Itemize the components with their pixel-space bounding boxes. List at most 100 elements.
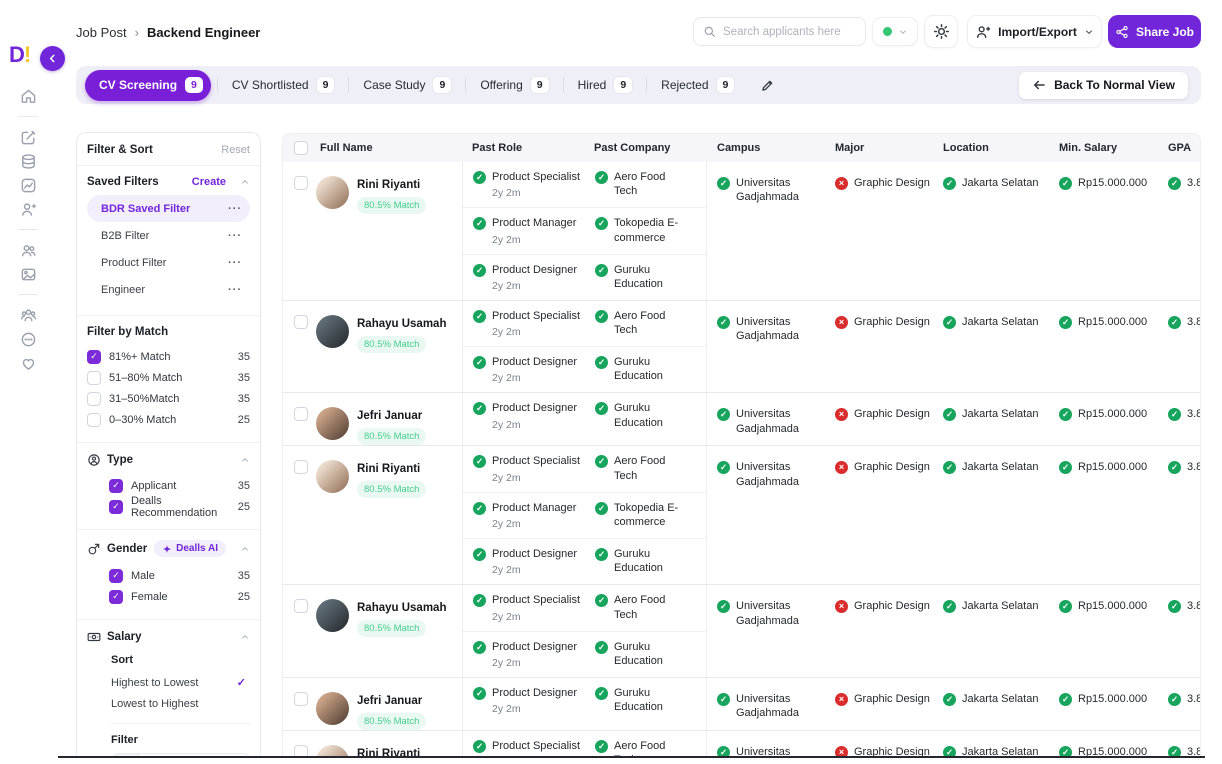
saved-filter-item[interactable]: BDR Saved Filter···: [87, 195, 250, 222]
gender-filter-label: Male: [131, 570, 155, 582]
check-circle-icon: ✓: [1168, 600, 1181, 613]
user-plus-icon[interactable]: [13, 197, 43, 221]
checkbox[interactable]: [294, 692, 308, 706]
check-circle-icon: ✓: [473, 687, 486, 700]
checkbox[interactable]: ✓: [109, 590, 123, 604]
sidebar-collapse-button[interactable]: [40, 46, 65, 71]
applicant-row[interactable]: Rahayu Usamah80.5% Match ✓ Product Special…: [283, 301, 1200, 394]
saved-filter-item[interactable]: Product Filter···: [87, 249, 250, 276]
chevron-up-icon[interactable]: [240, 177, 250, 187]
role-text: Product Designer: [492, 355, 577, 369]
match-score-badge: 80.5% Match: [357, 428, 426, 445]
gender-filter-count: 35: [238, 570, 250, 582]
tab-rejected[interactable]: Rejected9: [647, 66, 748, 104]
checkbox[interactable]: [294, 176, 308, 190]
tab-case-study[interactable]: Case Study9: [349, 66, 465, 104]
match-filter-option[interactable]: 51–80% Match35: [87, 367, 250, 388]
candidate-name: Rini Riyanti: [357, 179, 426, 191]
checkbox[interactable]: ✓: [109, 569, 123, 583]
more-options-icon[interactable]: ···: [228, 284, 242, 296]
check-circle-icon: ✓: [1059, 316, 1072, 329]
compose-icon[interactable]: [13, 125, 43, 149]
checkbox[interactable]: [87, 371, 101, 385]
major-cell: ×Graphic Design: [825, 393, 933, 445]
gender-filter-option[interactable]: ✓Female25: [109, 586, 250, 607]
chevron-up-icon[interactable]: [240, 544, 250, 554]
salary-sort-option[interactable]: Highest to Lowest✓: [111, 672, 250, 693]
circle-ellipsis-icon[interactable]: [13, 327, 43, 351]
tab-hired[interactable]: Hired9: [564, 66, 647, 104]
saved-filter-item[interactable]: Engineer···: [87, 276, 250, 303]
checkbox[interactable]: [294, 315, 308, 329]
checkbox[interactable]: [87, 413, 101, 427]
checkbox[interactable]: ✓: [87, 350, 101, 364]
tab-cv-shortlisted[interactable]: CV Shortlisted9: [218, 66, 349, 104]
checkbox[interactable]: ✓: [109, 479, 123, 493]
check-circle-icon: ✓: [1059, 600, 1072, 613]
applicant-row[interactable]: Rini Riyanti80.5% Match✓Product Speciali…: [283, 162, 1200, 301]
users-icon[interactable]: [13, 238, 43, 262]
more-options-icon[interactable]: ···: [228, 257, 242, 269]
chevron-up-icon[interactable]: [240, 632, 250, 642]
applicant-row[interactable]: Jefri Januar80.5% Match✓Product Designer…: [283, 393, 1200, 446]
check-circle-icon: ✓: [1168, 177, 1181, 190]
heart-icon[interactable]: [13, 351, 43, 375]
reset-filters-button[interactable]: Reset: [221, 144, 250, 156]
edit-stages-button[interactable]: [752, 70, 782, 100]
past-company-cell: ✓Aero Food Tech: [585, 454, 706, 483]
tab-offering[interactable]: Offering 9: [466, 66, 562, 104]
applicants-table: Full NamePast RolePast CompanyCampusMajo…: [282, 133, 1201, 756]
checkbox[interactable]: [294, 460, 308, 474]
home-icon[interactable]: [13, 84, 43, 108]
applicant-row[interactable]: Rini Riyanti80.5% Match✓Product Speciali…: [283, 446, 1200, 585]
checkbox[interactable]: [294, 141, 308, 155]
tab-cv-screening[interactable]: CV Screening9: [85, 70, 211, 101]
more-options-icon[interactable]: ···: [228, 230, 242, 242]
check-circle-icon: ✓: [473, 402, 486, 415]
tab-count-badge: 9: [531, 77, 549, 93]
check-circle-icon: ✓: [1059, 746, 1072, 756]
gender-filter-option[interactable]: ✓ Male 35: [109, 565, 250, 586]
full-name-cell: Rahayu Usamah80.5% Match: [283, 301, 462, 393]
import-export-button[interactable]: Import/Export: [967, 15, 1102, 48]
check-circle-icon: ✓: [717, 177, 730, 190]
role-text: Product Specialist: [492, 309, 580, 323]
sort-option-label: Highest to Lowest: [111, 677, 198, 689]
saved-filter-item[interactable]: B2B Filter···: [87, 222, 250, 249]
share-job-button[interactable]: Share Job: [1108, 15, 1201, 48]
check-circle-icon: ✓: [473, 171, 486, 184]
breadcrumb-section[interactable]: Job Post: [76, 25, 127, 40]
more-options-icon[interactable]: ···: [228, 203, 242, 215]
company-text: Guruku Education: [614, 686, 690, 715]
checkbox[interactable]: [294, 745, 308, 756]
status-dropdown[interactable]: [872, 17, 918, 46]
gallery-icon[interactable]: [13, 262, 43, 286]
type-filter-option[interactable]: ✓Applicant35: [109, 475, 250, 496]
type-filter-option[interactable]: ✓Dealls Recommendation25: [109, 496, 250, 517]
role-duration: 2y 2m: [492, 703, 585, 715]
analytics-icon[interactable]: [13, 173, 43, 197]
match-filter-option[interactable]: 31–50%Match35: [87, 388, 250, 409]
back-to-normal-view-button[interactable]: Back To Normal View: [1019, 72, 1188, 99]
major-cell: ×Graphic Design: [825, 301, 933, 393]
database-icon[interactable]: [13, 149, 43, 173]
checkbox[interactable]: [294, 407, 308, 421]
settings-button[interactable]: [924, 15, 958, 48]
applicant-row[interactable]: Jefri Januar80.5% Match✓Product Designer…: [283, 678, 1200, 731]
checkbox[interactable]: ✓: [109, 500, 123, 514]
salary-sort-option[interactable]: Lowest to Highest: [111, 693, 250, 714]
match-filter-option[interactable]: ✓81%+ Match35: [87, 346, 250, 367]
create-filter-button[interactable]: Create: [192, 176, 226, 188]
applicant-row[interactable]: Rahayu Usamah80.5% Match✓Product Special…: [283, 585, 1200, 678]
chevron-up-icon[interactable]: [240, 455, 250, 465]
checkbox[interactable]: [294, 599, 308, 613]
tab-count-badge: 9: [433, 77, 451, 93]
checkbox[interactable]: [87, 392, 101, 406]
team-icon[interactable]: [13, 303, 43, 327]
company-text: Aero Food Tech: [614, 739, 690, 756]
applicant-row[interactable]: Rini Riyanti80.5% Match✓Product Speciali…: [283, 731, 1200, 756]
match-filter-option[interactable]: 0–30% Match25: [87, 409, 250, 430]
search-input[interactable]: [723, 26, 856, 38]
tab-label: Offering: [480, 78, 522, 92]
past-company-cell: ✓Guruku Education: [585, 401, 706, 437]
